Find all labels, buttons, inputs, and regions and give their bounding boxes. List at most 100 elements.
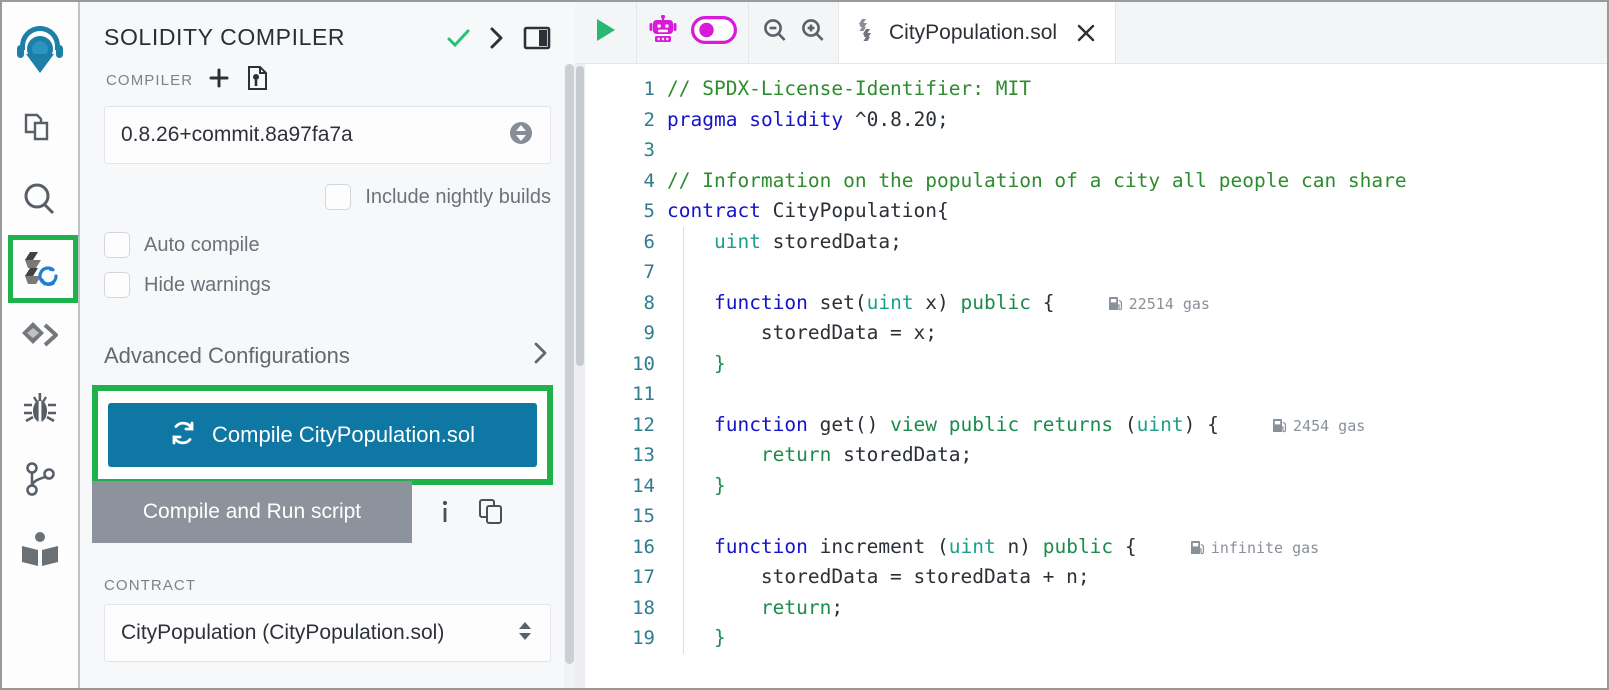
code-line[interactable] [667, 257, 1607, 288]
search-icon [20, 179, 60, 219]
code-line[interactable]: storedData = storedData + n; [667, 562, 1607, 593]
remix-ai-robot-icon[interactable] [649, 14, 677, 50]
chevron-right-icon[interactable] [531, 340, 551, 371]
close-icon[interactable] [1075, 22, 1097, 44]
sidebar-item-debugger[interactable] [5, 374, 75, 444]
code-line[interactable]: pragma solidity ^0.8.20; [667, 105, 1607, 136]
code-line[interactable]: function set(uint x) public { 22514 gas [667, 288, 1607, 319]
solidity-compiler-icon [18, 247, 62, 291]
line-number-gutter: 1 2 3 4 5 6 7 8 9 10 11 12 13 14 15 16 17 18 19 [575, 64, 667, 688]
zoom-in-icon[interactable] [800, 17, 826, 48]
contract-select[interactable]: CityPopulation (CityPopulation.sol) [104, 604, 551, 662]
code-line[interactable]: contract CityPopulation{ [667, 196, 1607, 227]
solidity-compiler-panel: SOLIDITY COMPILER COMPILER 0.8.26+commit… [80, 2, 575, 688]
sidebar-item-solidity-compiler[interactable] [5, 234, 78, 304]
code-text[interactable]: // SPDX-License-Identifier: MIT pragma so… [667, 64, 1607, 688]
remix-ai-controls[interactable] [637, 2, 749, 63]
compiler-version-select[interactable]: 0.8.26+commit.8a97fa7a [104, 106, 551, 164]
code-line[interactable] [667, 135, 1607, 166]
line-number: 12 [632, 413, 655, 436]
line-number: 7 [643, 261, 655, 283]
code-line[interactable]: function increment (uint n) public { inf… [667, 532, 1607, 563]
remix-home-icon [14, 26, 66, 78]
compile-and-run-label: Compile and Run script [142, 500, 362, 523]
remix-ai-toggle[interactable] [690, 16, 737, 49]
file-explorer-icon [20, 109, 60, 149]
editor-scrollbar-thumb[interactable] [576, 66, 584, 366]
panel-header: SOLIDITY COMPILER [80, 2, 575, 51]
auto-compile-checkbox[interactable]: Auto compile [80, 232, 575, 258]
panel-scrollbar[interactable] [564, 64, 575, 688]
deploy-run-icon [19, 318, 61, 360]
add-custom-compiler-icon[interactable] [207, 66, 231, 95]
compile-and-run-script-button[interactable]: Compile and Run script [92, 481, 412, 543]
panel-layout-icon[interactable] [523, 25, 551, 51]
sidebar-item-deploy-run[interactable] [5, 304, 75, 374]
line-number: 13 [632, 444, 655, 466]
checkbox-box[interactable] [325, 184, 352, 210]
line-number: 14 [632, 474, 655, 497]
sidebar-item-documentation[interactable] [5, 514, 75, 584]
run-script-play-button[interactable] [575, 2, 637, 63]
line-number: 17 [632, 566, 655, 588]
checkbox-label: Hide warnings [144, 273, 271, 296]
editor-zoom-controls[interactable] [749, 2, 839, 63]
line-number: 2 [643, 108, 655, 131]
git-branch-icon [20, 459, 60, 499]
panel-scrollbar-thumb[interactable] [565, 64, 574, 664]
editor-tab-citypopulation[interactable]: CityPopulation.sol [839, 2, 1117, 63]
code-line[interactable]: } [667, 349, 1607, 380]
sidebar-item-remix-home[interactable] [5, 10, 75, 94]
compiler-config-file-icon[interactable] [245, 65, 269, 96]
documentation-icon [19, 528, 61, 570]
solidity-file-icon [855, 18, 877, 47]
compile-button-label: Compile CityPopulation.sol [212, 422, 475, 447]
code-content[interactable]: 1 2 3 4 5 6 7 8 9 10 11 12 13 14 15 16 17 18 19 // SPDX-Li… [575, 64, 1607, 688]
include-nightly-builds-checkbox[interactable]: Include nightly builds [80, 184, 575, 210]
line-number: 1 [643, 78, 655, 100]
copy-script-icon[interactable] [478, 498, 504, 526]
compiler-section-header: COMPILER [80, 51, 575, 96]
zoom-out-icon[interactable] [762, 17, 788, 48]
sidebar-item-git[interactable] [5, 444, 75, 514]
checkbox-box[interactable] [104, 272, 130, 298]
checkbox-box[interactable] [104, 232, 130, 258]
code-line[interactable] [667, 501, 1607, 532]
icon-sidebar [2, 2, 80, 688]
contract-section-label: CONTRACT [104, 577, 197, 594]
code-line[interactable]: function get() view public returns (uint… [667, 410, 1607, 441]
code-line[interactable] [667, 379, 1607, 410]
code-line[interactable]: storedData = x; [667, 318, 1607, 349]
select-stepper-icon[interactable] [516, 618, 534, 649]
code-line[interactable]: return storedData; [667, 440, 1607, 471]
line-number: 3 [643, 139, 655, 161]
editor-scrollbar[interactable] [575, 64, 585, 688]
code-line[interactable]: uint storedData; [667, 227, 1607, 258]
line-number: 16 [632, 535, 655, 558]
select-stepper-icon[interactable] [508, 120, 534, 151]
line-number: 19 [632, 627, 655, 649]
code-line[interactable]: } [667, 623, 1607, 654]
code-line[interactable]: // Information on the population of a ci… [667, 166, 1607, 197]
compile-button[interactable]: Compile CityPopulation.sol [108, 403, 537, 467]
green-annotation-box: Compile CityPopulation.sol [92, 385, 553, 485]
line-number: 5 [643, 200, 655, 222]
line-number: 18 [632, 596, 655, 619]
page-title: SOLIDITY COMPILER [104, 24, 346, 50]
line-number: 15 [632, 505, 655, 527]
line-number: 10 [632, 352, 655, 375]
code-line[interactable]: } [667, 471, 1607, 502]
checkbox-label: Include nightly builds [365, 185, 551, 208]
advanced-configurations-toggle[interactable]: Advanced Configurations [104, 340, 551, 371]
compiler-section-label: COMPILER [106, 72, 194, 89]
code-line[interactable]: return; [667, 593, 1607, 624]
script-info-icon[interactable] [438, 498, 452, 526]
code-editor: CityPopulation.sol 1 2 3 4 5 6 7 8 9 10 11 12 13 14 15… [575, 2, 1607, 688]
hide-warnings-checkbox[interactable]: Hide warnings [80, 272, 575, 298]
code-line[interactable]: // SPDX-License-Identifier: MIT [667, 74, 1607, 105]
gas-estimate: 2454 gas [1219, 417, 1365, 435]
sidebar-item-search[interactable] [5, 164, 75, 234]
compile-success-check-icon [445, 25, 471, 51]
sidebar-item-file-explorer[interactable] [5, 94, 75, 164]
chevron-right-icon[interactable] [487, 25, 507, 51]
